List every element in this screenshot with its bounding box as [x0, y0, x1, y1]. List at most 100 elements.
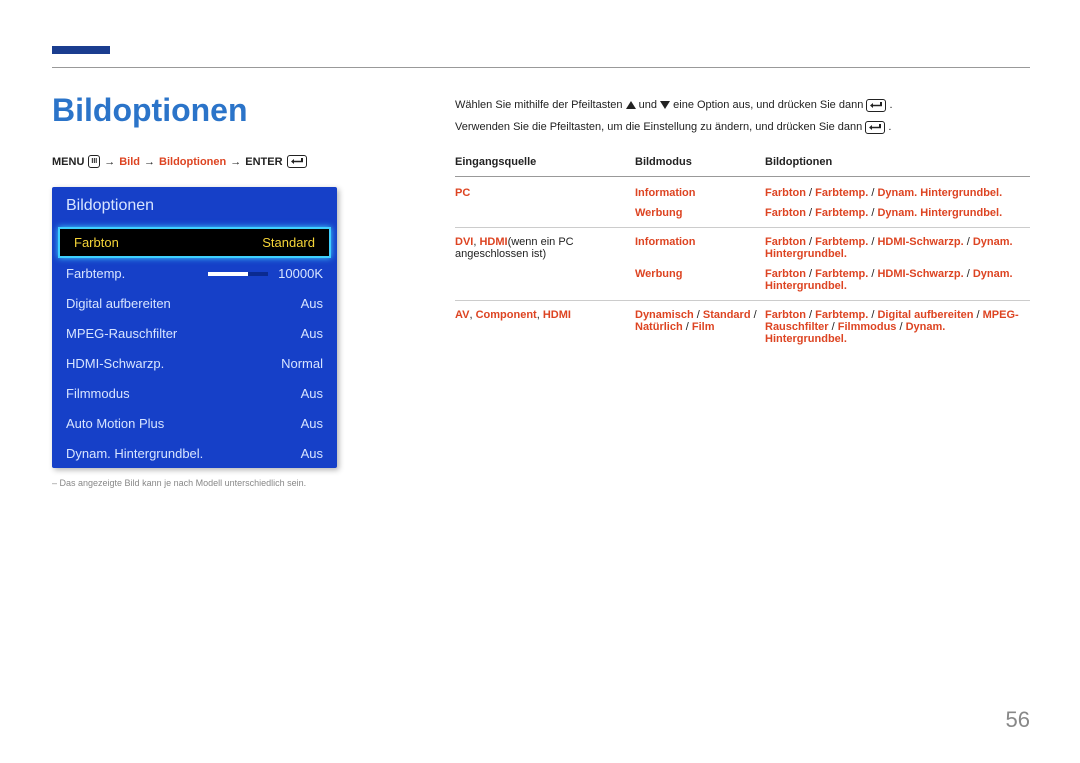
osd-row[interactable]: Digital aufbereiten Aus [52, 288, 337, 318]
table-cell [455, 268, 635, 292]
horizontal-rule [52, 67, 1030, 68]
breadcrumb-bildoptionen: Bildoptionen [159, 156, 226, 168]
osd-row-label: Filmmodus [66, 386, 130, 401]
highlight-text: DVI [455, 236, 473, 248]
highlight-text: HDMI [479, 236, 507, 248]
osd-row-value: Normal [281, 356, 323, 371]
table-cell: Information [635, 236, 765, 260]
highlight-text: Dynam. Hintergrundbel. [877, 187, 1002, 199]
table-row: DVI, HDMI(wenn ein PC angeschlossen ist)… [455, 227, 1030, 264]
osd-row-value-wrap: 10000K [208, 266, 323, 281]
plain-text: / [806, 207, 815, 219]
arrow-up-icon [626, 101, 636, 109]
highlight-text: Digital aufbereiten [877, 309, 973, 321]
highlight-text: PC [455, 187, 470, 199]
breadcrumb-arrow: → [144, 156, 155, 168]
plain-text: / [683, 321, 692, 333]
highlight-text: Filmmodus [838, 321, 897, 333]
osd-row-label: HDMI-Schwarzp. [66, 356, 164, 371]
table-cell: Farbton / Farbtemp. / Digital aufbereite… [765, 309, 1030, 345]
breadcrumb-menu: MENU [52, 156, 84, 168]
plain-text: / [806, 187, 815, 199]
breadcrumb-arrow: → [230, 156, 241, 168]
osd-panel: Bildoptionen FarbtonStandard Farbtemp. 100… [52, 187, 337, 468]
osd-row-value-wrap: Aus [301, 296, 323, 311]
highlight-text: Farbtemp. [815, 309, 868, 321]
table-row: WerbungFarbton / Farbtemp. / HDMI-Schwar… [455, 264, 1030, 296]
highlight-text: Information [635, 236, 696, 248]
osd-row-label: Auto Motion Plus [66, 416, 164, 431]
table-cell: Information [635, 187, 765, 199]
osd-row-label: Digital aufbereiten [66, 296, 171, 311]
osd-row[interactable]: Filmmodus Aus [52, 378, 337, 408]
highlight-text: Werbung [635, 207, 682, 219]
highlight-text: Dynamisch [635, 309, 694, 321]
page-title: Bildoptionen [52, 92, 248, 129]
table-cell: Dynamisch / Standard / Natürlich / Film [635, 309, 765, 345]
instruction-line-2: Verwenden Sie die Pfeiltasten, um die Ei… [455, 120, 1030, 135]
osd-row-value-wrap: Normal [281, 356, 323, 371]
highlight-text: Farbton [765, 236, 806, 248]
enter-icon [287, 155, 307, 168]
breadcrumb-bild: Bild [119, 156, 140, 168]
menu-icon: III [88, 155, 100, 168]
table-rule [455, 176, 1030, 177]
highlight-text: AV [455, 309, 469, 321]
osd-row-value-wrap: Aus [301, 386, 323, 401]
osd-row-value-wrap: Aus [301, 416, 323, 431]
instruction-line-1: Wählen Sie mithilfe der Pfeiltasten und … [455, 98, 1030, 113]
osd-row-value: Aus [301, 326, 323, 341]
highlight-text: Natürlich [635, 321, 683, 333]
osd-row[interactable]: Dynam. Hintergrundbel.Aus [52, 438, 337, 468]
highlight-text: Film [692, 321, 715, 333]
highlight-text: Information [635, 187, 696, 199]
osd-row-value: Aus [301, 416, 323, 431]
osd-row-value: Aus [301, 386, 323, 401]
osd-row-label: MPEG-Rauschfilter [66, 326, 177, 341]
osd-row-value: 10000K [278, 266, 323, 281]
plain-text: / [751, 309, 757, 321]
highlight-text: Farbtemp. [815, 236, 868, 248]
highlight-text: HDMI-Schwarzp. [877, 268, 963, 280]
osd-row-label: Farbton [74, 235, 119, 250]
table-cell: Werbung [635, 268, 765, 292]
breadcrumb: MENU III → Bild → Bildoptionen → ENTER [52, 155, 307, 168]
breadcrumb-arrow: → [104, 156, 115, 168]
osd-row-label: Farbtemp. [66, 266, 125, 281]
plain-text: / [806, 268, 815, 280]
table-header: Eingangsquelle Bildmodus Bildoptionen [455, 156, 1030, 176]
breadcrumb-enter: ENTER [245, 156, 282, 168]
osd-row[interactable]: MPEG-Rauschfilter Aus [52, 318, 337, 348]
table-cell: Werbung [635, 207, 765, 219]
table-row: PC Information Farbton / Farbtemp. / Dynam… [455, 183, 1030, 203]
plain-text: / [829, 321, 838, 333]
plain-text: / [964, 236, 973, 248]
table-cell: Farbton / Farbtemp. / Dynam. Hintergrund… [765, 207, 1030, 219]
table-cell: DVI, HDMI(wenn ein PC angeschlossen ist) [455, 236, 635, 260]
highlight-text: Farbton [765, 187, 806, 199]
highlight-text: HDMI [543, 309, 571, 321]
plain-text: / [973, 309, 982, 321]
table-cell: Farbton / Farbtemp. / HDMI-Schwarzp. / D… [765, 268, 1030, 292]
osd-row-value-wrap: Aus [301, 326, 323, 341]
options-table: Eingangsquelle Bildmodus Bildoptionen PC… [455, 156, 1030, 349]
slider-track[interactable] [208, 272, 268, 276]
table-cell: AV, Component, HDMI [455, 309, 635, 345]
osd-row[interactable]: HDMI-Schwarzp. Normal [52, 348, 337, 378]
th-bildmodus: Bildmodus [635, 156, 765, 168]
plain-text: / [694, 309, 703, 321]
osd-row[interactable]: Auto Motion Plus Aus [52, 408, 337, 438]
footnote: Das angezeigte Bild kann je nach Modell … [52, 478, 306, 488]
plain-text: / [896, 321, 905, 333]
plain-text: / [964, 268, 973, 280]
table-cell: Farbton / Farbtemp. / Dynam. Hintergrund… [765, 187, 1030, 199]
osd-row-label: Dynam. Hintergrundbel. [66, 446, 203, 461]
highlight-text: Farbton [765, 309, 806, 321]
osd-row[interactable]: FarbtonStandard [58, 227, 331, 258]
osd-row[interactable]: Farbtemp. 10000K [52, 258, 337, 288]
highlight-text: Standard [703, 309, 751, 321]
plain-text: / [806, 309, 815, 321]
highlight-text: Farbton [765, 268, 806, 280]
osd-title: Bildoptionen [52, 187, 337, 227]
table-row: Werbung Farbton / Farbtemp. / Dynam. Hint… [455, 203, 1030, 223]
